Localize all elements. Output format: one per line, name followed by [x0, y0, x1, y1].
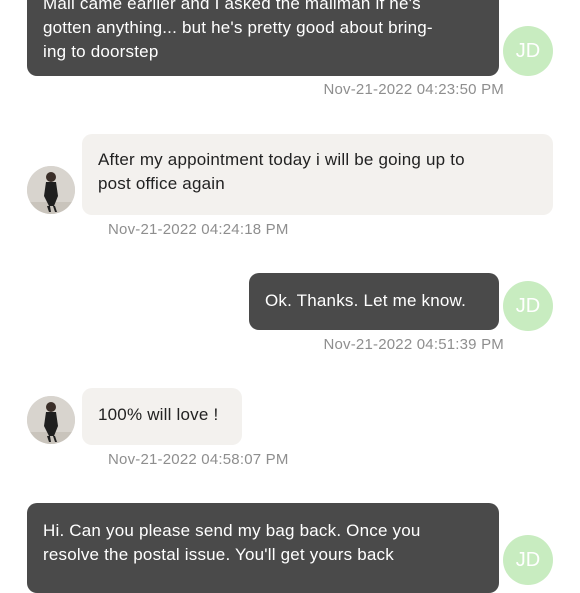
- user-photo-icon: [27, 166, 75, 214]
- avatar-initials: JD: [515, 294, 541, 317]
- avatar[interactable]: [27, 166, 75, 214]
- user-photo-icon: [27, 396, 75, 444]
- message-bubble-incoming: 100% will love !: [82, 388, 242, 445]
- message-text-line: Hi. Can you please send my bag back. Onc…: [43, 521, 421, 540]
- message-timestamp: Nov-21-2022 04:58:07 PM: [108, 451, 289, 468]
- message-text-line: Mail came earlier and I asked the mailma…: [43, 0, 421, 13]
- message-text-line: resolve the postal issue. You'll get you…: [43, 545, 394, 564]
- avatar-initials: JD: [515, 39, 541, 62]
- message-timestamp: Nov-21-2022 04:51:39 PM: [323, 336, 504, 353]
- avatar[interactable]: JD: [503, 281, 553, 331]
- avatar[interactable]: JD: [503, 535, 553, 585]
- avatar[interactable]: JD: [503, 26, 553, 76]
- message-text-line: Ok. Thanks. Let me know.: [265, 291, 467, 310]
- avatar-initials: JD: [515, 548, 541, 571]
- message-bubble-incoming: After my appointment today i will be goi…: [82, 134, 553, 215]
- message-timestamp: Nov-21-2022 04:23:50 PM: [323, 81, 504, 98]
- message-text-line: ing to doorstep: [43, 42, 159, 61]
- message-timestamp: Nov-21-2022 04:24:18 PM: [108, 221, 289, 238]
- message-text-line: After my appointment today i will be goi…: [98, 150, 465, 169]
- message-text-line: post office again: [98, 174, 225, 193]
- message-bubble-outgoing: Ok. Thanks. Let me know.: [249, 273, 499, 330]
- avatar[interactable]: [27, 396, 75, 444]
- message-text-line: 100% will love !: [98, 405, 219, 424]
- message-text-line: gotten anything... but he's pretty good …: [43, 18, 433, 37]
- message-bubble-outgoing: Mail came earlier and I asked the mailma…: [27, 0, 499, 76]
